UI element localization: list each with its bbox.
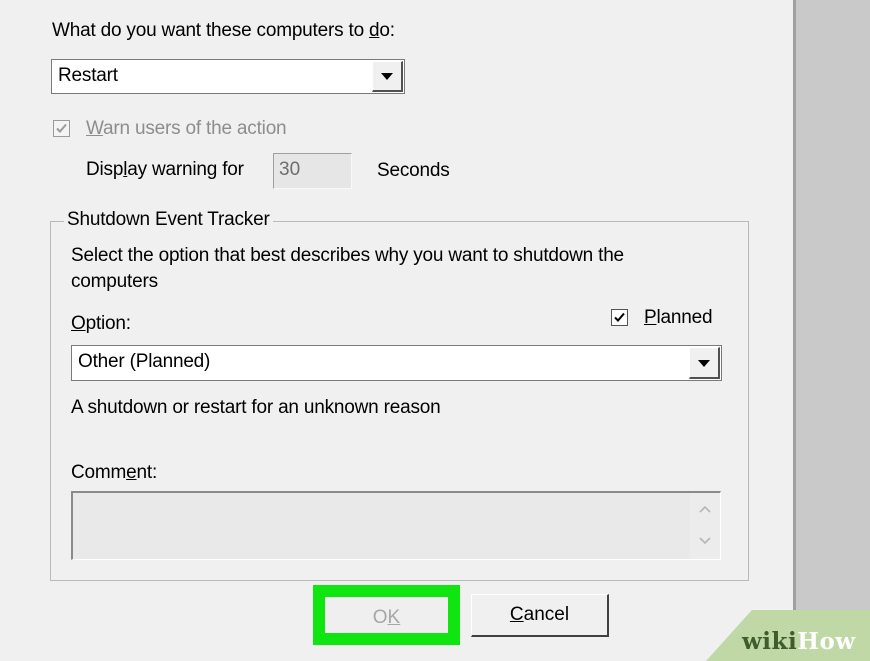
group-title: Shutdown Event Tracker: [64, 209, 273, 231]
ok-button[interactable]: OK: [325, 597, 448, 633]
shutdown-option-select[interactable]: Other (Planned): [71, 345, 722, 381]
option-label: Option:: [71, 313, 131, 334]
checkmark-icon: [614, 312, 625, 322]
chevron-down-icon: [698, 359, 710, 367]
checkmark-icon: [56, 123, 67, 133]
action-select-dropdown-button[interactable]: [372, 61, 403, 92]
comment-scrollbar[interactable]: [690, 493, 720, 559]
option-description: A shutdown or restart for an unknown rea…: [71, 397, 441, 418]
chevron-down-icon: [381, 73, 393, 80]
warning-seconds-input[interactable]: 30: [273, 153, 352, 189]
planned-label: Planned: [644, 307, 713, 328]
scroll-down-icon[interactable]: [699, 537, 711, 545]
warn-users-checkbox[interactable]: [53, 120, 70, 137]
tracker-description-line2: computers: [71, 271, 158, 292]
scroll-up-icon[interactable]: [699, 505, 711, 513]
action-prompt-label: What do you want these computers to do:: [52, 20, 395, 41]
ok-button-highlight: OK: [313, 585, 460, 645]
cancel-button[interactable]: Cancel: [471, 594, 609, 637]
comment-textarea[interactable]: [71, 491, 721, 560]
comment-label: Comment:: [71, 462, 158, 483]
seconds-unit-label: Seconds: [377, 160, 450, 181]
ok-button-label: OK: [372, 607, 401, 628]
cancel-button-label: Cancel: [509, 604, 570, 625]
shutdown-option-dropdown-button[interactable]: [689, 347, 720, 379]
tracker-description-line1: Select the option that best describes wh…: [71, 245, 624, 266]
action-select[interactable]: Restart: [51, 59, 405, 94]
shutdown-option-value: Other (Planned): [78, 351, 211, 372]
window-edge: [793, 0, 796, 661]
planned-checkbox[interactable]: [611, 309, 628, 326]
shutdown-dialog: What do you want these computers to do: …: [0, 0, 793, 661]
warn-users-label: Warn users of the action: [86, 118, 287, 139]
action-select-value: Restart: [58, 65, 118, 86]
warning-seconds-value: 30: [279, 159, 301, 180]
wikihow-watermark: wikiHow: [742, 628, 856, 655]
display-warning-label: Display warning for: [86, 159, 244, 180]
